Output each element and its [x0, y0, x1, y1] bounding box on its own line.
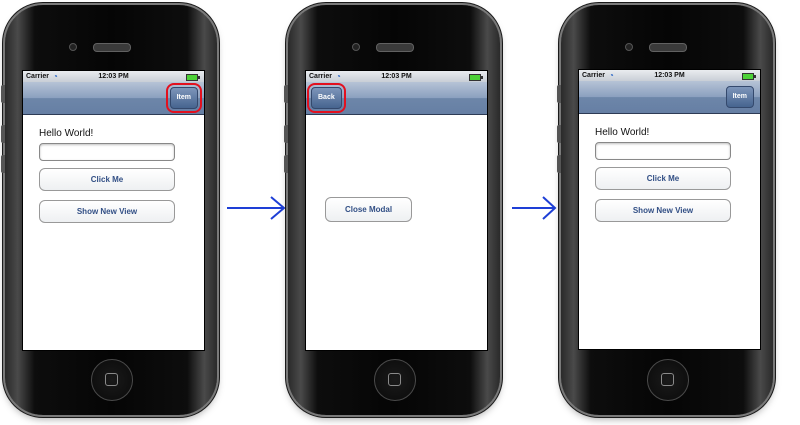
earpiece	[93, 43, 131, 52]
back-button[interactable]: Back	[307, 83, 346, 113]
phone-1: Carrier ◔ 12:03 PM Item Hello World! Cli…	[1, 5, 217, 415]
hello-label: Hello World!	[39, 128, 94, 139]
text-field[interactable]	[39, 143, 175, 161]
navigation-bar: Item	[23, 82, 204, 115]
phone-2: Carrier ◔ 12:03 PM Back Close Modal	[284, 5, 500, 415]
screen-2: Carrier ◔ 12:03 PM Back Close Modal	[305, 70, 488, 351]
item-button[interactable]: Item	[165, 83, 203, 113]
status-time: 12:03 PM	[654, 72, 685, 79]
text-field[interactable]	[595, 142, 731, 160]
camera-icon	[352, 43, 360, 51]
battery-icon	[742, 73, 756, 80]
home-button-icon[interactable]	[91, 359, 133, 401]
hello-label: Hello World!	[595, 127, 650, 138]
phone-3: Carrier ◔ 12:03 PM Item Hello World! Cli…	[557, 5, 773, 415]
screen-1: Carrier ◔ 12:03 PM Item Hello World! Cli…	[22, 70, 205, 351]
click-me-button[interactable]: Click Me	[39, 168, 175, 191]
navigation-bar: Item	[579, 81, 760, 114]
camera-icon	[69, 43, 77, 51]
earpiece	[376, 43, 414, 52]
navigation-bar: Back	[306, 82, 487, 115]
earpiece	[649, 43, 687, 52]
status-time: 12:03 PM	[98, 73, 129, 80]
click-me-button[interactable]: Click Me	[595, 167, 731, 190]
item-button[interactable]: Item	[725, 86, 754, 108]
status-bar: Carrier ◔ 12:03 PM	[306, 71, 487, 82]
arrow-right-icon	[227, 196, 286, 220]
show-new-view-button[interactable]: Show New View	[595, 199, 731, 222]
arrow-right-icon	[512, 196, 557, 220]
close-modal-button[interactable]: Close Modal	[325, 197, 412, 222]
home-button-icon[interactable]	[374, 359, 416, 401]
battery-icon	[186, 74, 200, 81]
camera-icon	[625, 43, 633, 51]
screen-3: Carrier ◔ 12:03 PM Item Hello World! Cli…	[578, 69, 761, 350]
status-bar: Carrier ◔ 12:03 PM	[579, 70, 760, 81]
status-time: 12:03 PM	[381, 73, 412, 80]
show-new-view-button[interactable]: Show New View	[39, 200, 175, 223]
home-button-icon[interactable]	[647, 359, 689, 401]
status-bar: Carrier ◔ 12:03 PM	[23, 71, 204, 82]
battery-icon	[469, 74, 483, 81]
